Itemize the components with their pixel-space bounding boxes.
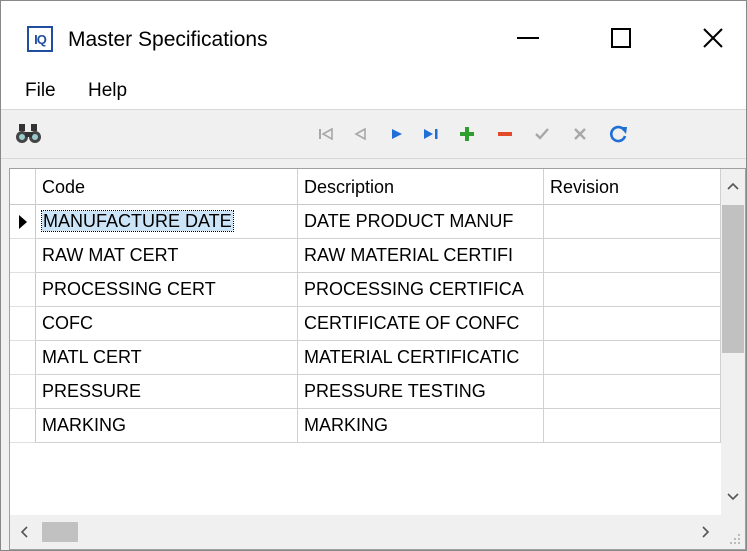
delete-record-icon <box>498 132 512 136</box>
table-cell-code[interactable]: MANUFACTURE DATE <box>36 205 298 239</box>
table-cell-revision[interactable] <box>544 307 721 341</box>
cancel-edit-icon <box>574 128 586 140</box>
table-cell-description[interactable]: MATERIAL CERTIFICATIC <box>298 341 544 375</box>
cancel-edit-button[interactable] <box>566 120 594 148</box>
post-edit-button[interactable] <box>528 120 556 148</box>
row-indicator[interactable] <box>10 307 36 341</box>
row-indicator[interactable] <box>10 341 36 375</box>
resize-grip-icon <box>730 534 740 544</box>
insert-record-button[interactable] <box>453 120 481 148</box>
maximize-icon <box>611 28 631 48</box>
insert-record-icon <box>460 127 474 141</box>
scroll-down-arrow-icon[interactable] <box>727 493 739 501</box>
table-cell-description[interactable]: RAW MATERIAL CERTIFI <box>298 239 544 273</box>
specifications-grid: Code Description Revision MANUFACTURE DA… <box>9 168 746 550</box>
table-cell-revision[interactable] <box>544 273 721 307</box>
column-header-code[interactable]: Code <box>36 169 298 205</box>
header-corner <box>10 169 36 205</box>
app-icon: IQ <box>27 26 53 52</box>
minimize-button[interactable] <box>498 13 558 63</box>
first-record-icon <box>319 127 333 141</box>
close-button[interactable] <box>683 13 743 63</box>
title-bar[interactable]: IQ Master Specifications <box>1 1 746 73</box>
last-record-icon <box>424 129 438 139</box>
master-specifications-window: IQ Master Specifications File Help Code … <box>0 0 747 551</box>
next-record-button[interactable] <box>383 120 411 148</box>
delete-record-button[interactable] <box>491 120 519 148</box>
table-cell-description[interactable]: CERTIFICATE OF CONFC <box>298 307 544 341</box>
close-icon <box>703 28 723 48</box>
prior-record-icon <box>354 127 366 141</box>
vertical-scrollbar[interactable] <box>721 169 745 515</box>
row-indicator[interactable] <box>10 205 36 239</box>
find-button[interactable] <box>15 120 43 148</box>
table-cell-code[interactable]: PRESSURE <box>36 375 298 409</box>
table-cell-description[interactable]: MARKING <box>298 409 544 443</box>
horizontal-scrollbar[interactable] <box>10 515 721 549</box>
table-cell-code[interactable]: MARKING <box>36 409 298 443</box>
row-indicator[interactable] <box>10 273 36 307</box>
next-record-icon <box>392 129 402 139</box>
toolbar <box>1 109 746 159</box>
table-cell-code[interactable]: MATL CERT <box>36 341 298 375</box>
table-cell-code[interactable]: RAW MAT CERT <box>36 239 298 273</box>
table-cell-description[interactable]: DATE PRODUCT MANUF <box>298 205 544 239</box>
menu-help[interactable]: Help <box>88 79 127 103</box>
table-cell-code[interactable]: COFC <box>36 307 298 341</box>
scroll-right-arrow-icon[interactable] <box>702 526 710 538</box>
table-cell-description[interactable]: PROCESSING CERTIFICA <box>298 273 544 307</box>
scroll-left-arrow-icon[interactable] <box>20 526 28 538</box>
post-edit-icon <box>535 128 549 140</box>
column-header-description[interactable]: Description <box>298 169 544 205</box>
row-indicator[interactable] <box>10 239 36 273</box>
scroll-up-arrow-icon[interactable] <box>727 182 739 190</box>
column-header-revision[interactable]: Revision <box>544 169 721 205</box>
refresh-button[interactable] <box>605 120 633 148</box>
window-title: Master Specifications <box>68 28 268 51</box>
table-cell-revision[interactable] <box>544 205 721 239</box>
first-record-button[interactable] <box>312 120 340 148</box>
table-cell-code[interactable]: PROCESSING CERT <box>36 273 298 307</box>
minimize-icon <box>517 37 539 39</box>
vertical-scroll-thumb[interactable] <box>722 205 744 353</box>
prior-record-button[interactable] <box>346 120 374 148</box>
find-icon <box>16 124 41 143</box>
app-icon-text: IQ <box>34 31 47 47</box>
horizontal-scroll-thumb[interactable] <box>42 522 78 542</box>
current-row-arrow-icon <box>18 214 27 229</box>
selected-cell-text: MANUFACTURE DATE <box>41 210 234 232</box>
menu-bar: File Help <box>1 73 746 109</box>
table-cell-revision[interactable] <box>544 341 721 375</box>
table-cell-description[interactable]: PRESSURE TESTING <box>298 375 544 409</box>
table-cell-revision[interactable] <box>544 409 721 443</box>
menu-file[interactable]: File <box>25 79 56 103</box>
table-cell-revision[interactable] <box>544 239 721 273</box>
table-cell-revision[interactable] <box>544 375 721 409</box>
maximize-button[interactable] <box>591 13 651 63</box>
row-indicator[interactable] <box>10 375 36 409</box>
resize-grip[interactable] <box>721 515 745 549</box>
refresh-icon <box>610 125 627 143</box>
row-indicator[interactable] <box>10 409 36 443</box>
last-record-button[interactable] <box>417 120 445 148</box>
